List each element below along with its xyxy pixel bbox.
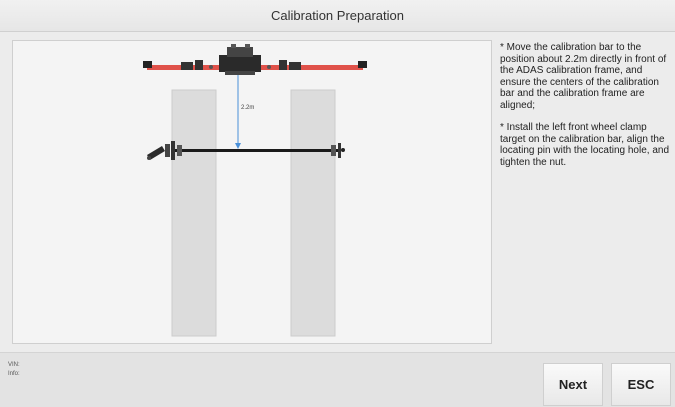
instruction-step-2: * Install the left front wheel clamp tar…	[500, 122, 670, 168]
next-button[interactable]: Next	[543, 363, 603, 406]
info-label: Info:	[8, 371, 20, 377]
diagram-svg: 2.2m	[143, 44, 367, 337]
distance-indicator	[235, 75, 241, 149]
instructions-panel: * Move the calibration bar to the positi…	[500, 42, 670, 179]
right-wheel-lane	[290, 89, 336, 337]
vin-label: VIN:	[8, 362, 20, 368]
wheel-clamp-target	[147, 146, 165, 160]
instruction-step-1: * Move the calibration bar to the positi…	[500, 42, 667, 111]
main-content: 2.2m * Move the calibration bar to the p…	[0, 32, 675, 352]
calibration-diagram: 2.2m	[12, 40, 492, 344]
adas-calibration-frame	[143, 44, 367, 75]
distance-label: 2.2m	[241, 105, 254, 111]
title-bar: Calibration Preparation	[0, 0, 675, 32]
bottom-bar: VIN: Info: Next ESC	[0, 352, 675, 407]
vehicle-info: VIN: Info:	[8, 361, 20, 379]
page-title: Calibration Preparation	[271, 8, 404, 23]
esc-button[interactable]: ESC	[611, 363, 671, 406]
left-wheel-lane	[171, 89, 217, 337]
